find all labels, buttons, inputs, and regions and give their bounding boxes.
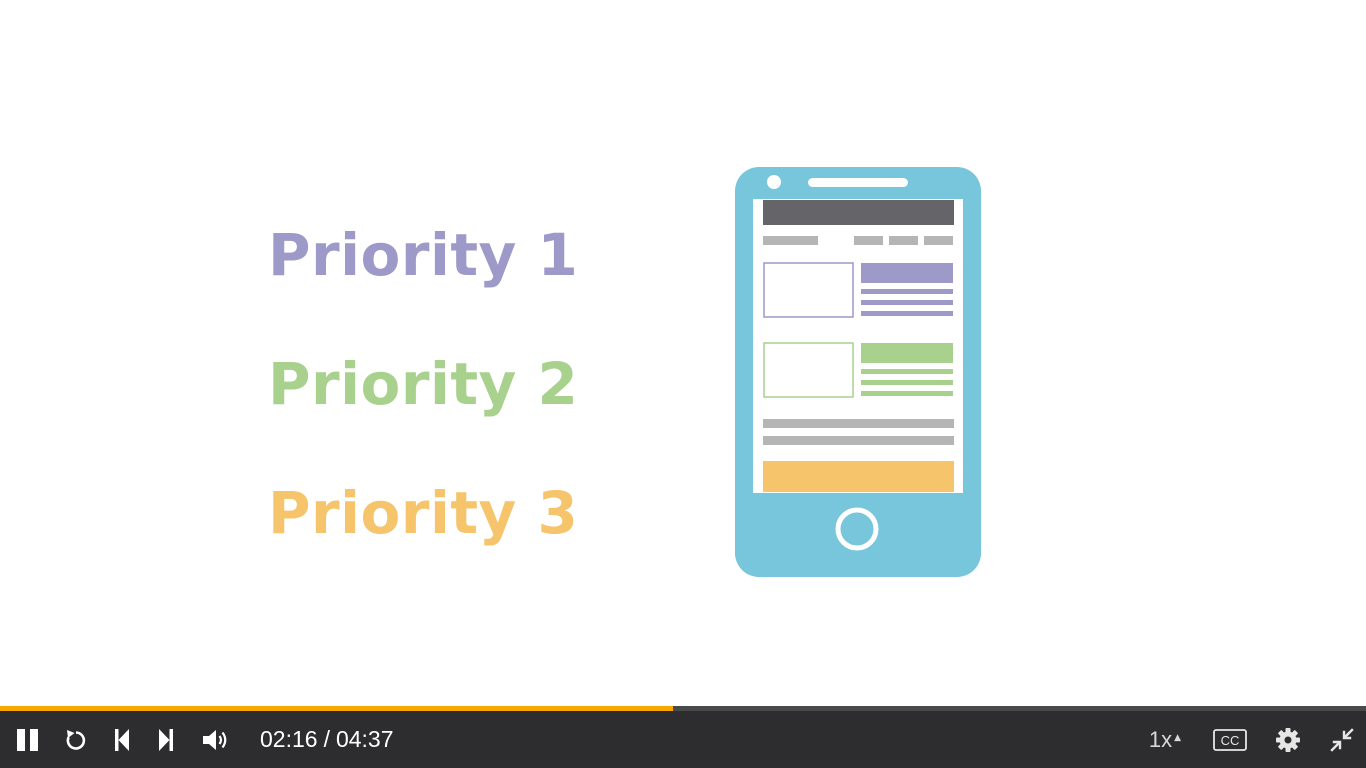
screen-text-line-1c (861, 311, 953, 316)
current-time: 02:16 (260, 726, 318, 752)
screen-heading-1 (861, 263, 953, 283)
priority-3-label: Priority 3 (268, 479, 579, 547)
screen-text-row-2 (763, 436, 954, 445)
previous-button[interactable] (102, 711, 142, 768)
screen-image-box-1 (763, 262, 854, 318)
screen-nav-placeholder-1 (854, 236, 883, 245)
skip-previous-icon (115, 728, 129, 751)
screen-text-row-1 (763, 419, 954, 428)
playback-speed-button[interactable]: 1x ▲ (1140, 711, 1190, 768)
replay-icon (66, 729, 86, 750)
closed-captions-label: CC (1221, 733, 1240, 748)
exit-fullscreen-icon (1330, 727, 1354, 752)
skip-next-icon (159, 728, 173, 751)
volume-button[interactable] (196, 711, 236, 768)
volume-icon (203, 729, 227, 750)
pause-button[interactable] (8, 711, 48, 768)
caret-up-icon: ▲ (1174, 732, 1182, 743)
settings-button[interactable] (1268, 711, 1308, 768)
screen-text-line-1b (861, 300, 953, 305)
phone-speaker (808, 178, 908, 187)
pause-icon (17, 728, 38, 751)
phone-camera (767, 175, 781, 189)
screen-footer-block (763, 461, 954, 492)
screen-text-line-2c (861, 391, 953, 396)
replay-button[interactable] (56, 711, 96, 768)
smartphone-illustration (735, 167, 981, 577)
video-player: Priority 1 Priority 2 Priority 3 02:16 /… (0, 0, 1366, 768)
screen-text-line-2a (861, 369, 953, 374)
screen-header-bar (763, 200, 954, 225)
video-frame[interactable]: Priority 1 Priority 2 Priority 3 (0, 0, 1366, 706)
screen-logo-placeholder (763, 236, 818, 245)
priority-1-label: Priority 1 (268, 221, 579, 289)
closed-captions-button[interactable]: CC (1206, 711, 1254, 768)
screen-nav-placeholder-2 (889, 236, 918, 245)
time-display: 02:16 / 04:37 (260, 711, 394, 768)
time-separator: / (323, 726, 330, 752)
duration: 04:37 (335, 726, 394, 752)
screen-nav-placeholder-3 (924, 236, 953, 245)
priority-2-label: Priority 2 (268, 350, 579, 418)
screen-text-line-2b (861, 380, 953, 385)
exit-fullscreen-button[interactable] (1322, 711, 1362, 768)
playback-speed-label: 1x (1148, 726, 1173, 752)
next-button[interactable] (146, 711, 186, 768)
screen-heading-2 (861, 343, 953, 363)
screen-text-line-1a (861, 289, 953, 294)
closed-captions-icon: CC (1213, 728, 1247, 751)
control-bar: 02:16 / 04:37 1x ▲ CC (0, 711, 1366, 768)
screen-image-box-2 (763, 342, 854, 398)
gear-icon (1276, 727, 1300, 752)
